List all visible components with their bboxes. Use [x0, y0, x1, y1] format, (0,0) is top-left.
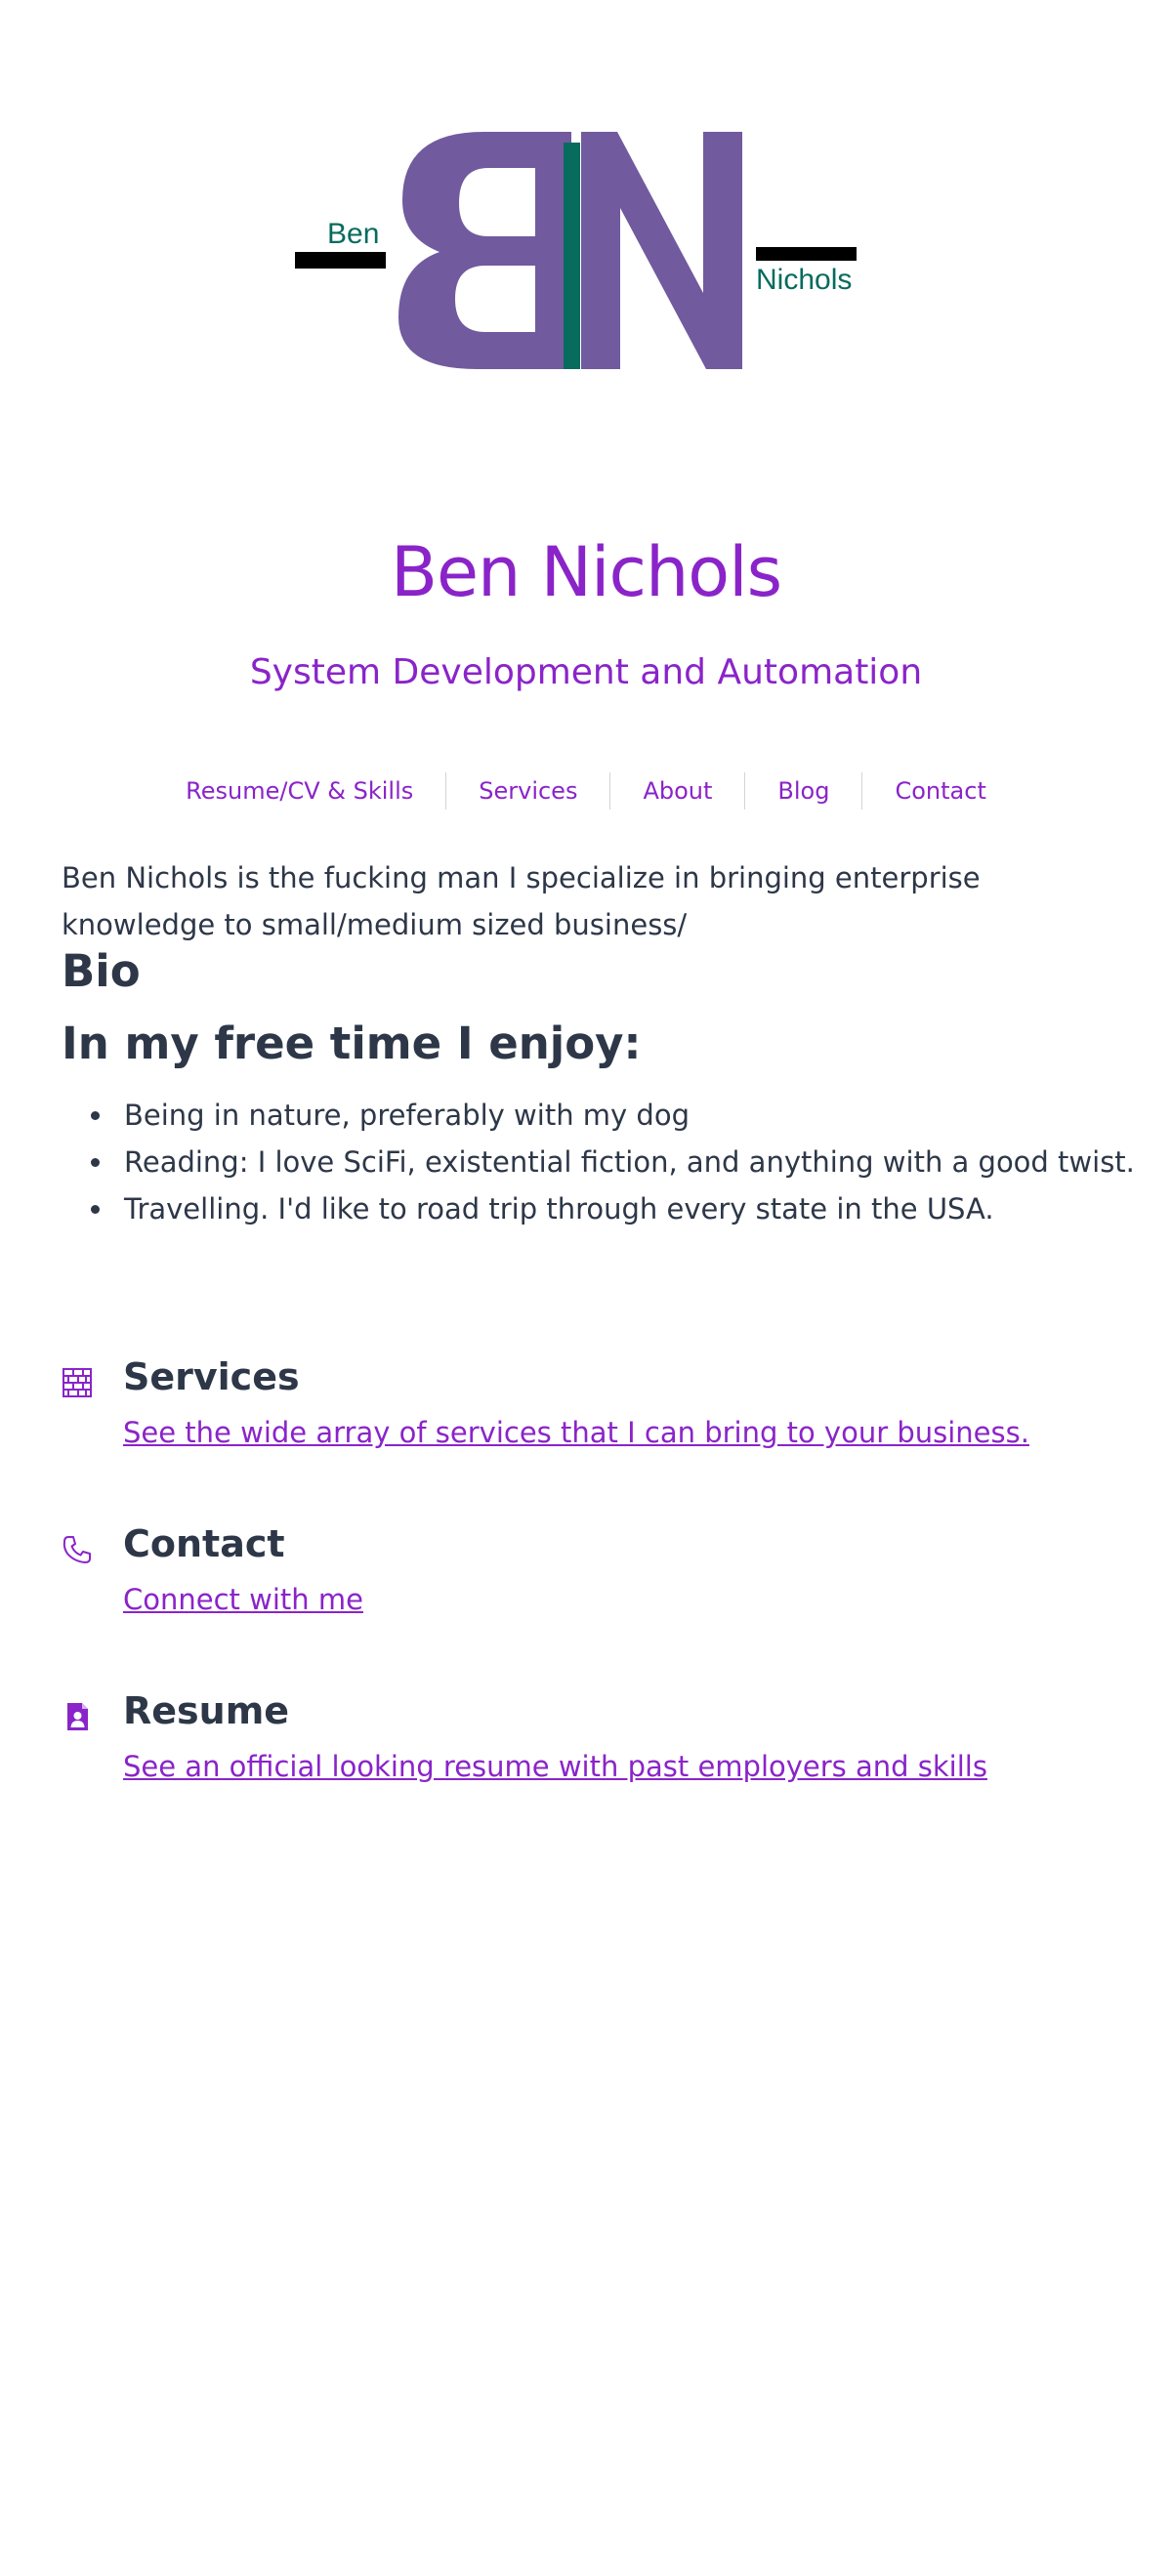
logo-last-name: Nichols	[756, 264, 852, 296]
main-nav: Resume/CV & Skills Services About Blog C…	[0, 771, 1172, 810]
tagline: System Development and Automation	[249, 652, 923, 692]
nav-about[interactable]: About	[610, 771, 744, 810]
logo-n	[581, 132, 742, 369]
logo-left-rule	[295, 252, 386, 269]
nav-resume-cv-skills[interactable]: Resume/CV & Skills	[153, 771, 445, 810]
nav-services[interactable]: Services	[446, 771, 609, 810]
logo[interactable]: Ben Nichols	[0, 0, 1172, 410]
list-item: Travelling. I'd like to road trip throug…	[62, 1185, 1136, 1232]
free-time-list: Being in nature, preferably with my dog …	[62, 1092, 1136, 1232]
brick-wall-icon	[63, 1368, 92, 1397]
bn-monogram-logo: Ben Nichols	[295, 132, 857, 369]
resume-card-link[interactable]: See an official looking resume with past…	[123, 1750, 987, 1783]
logo-right-rule	[756, 247, 857, 261]
logo-reversed-b	[398, 132, 571, 369]
nav-blog[interactable]: Blog	[745, 771, 861, 810]
contact-card-link[interactable]: Connect with me	[123, 1583, 363, 1616]
resume-document-icon	[67, 1703, 88, 1730]
services-card-link[interactable]: See the wide array of services that I ca…	[123, 1416, 1029, 1449]
services-card-title: Services	[123, 1355, 300, 1398]
phone-icon	[63, 1536, 91, 1563]
logo-first-name: Ben	[327, 218, 379, 250]
resume-card-title: Resume	[123, 1689, 290, 1732]
intro-paragraph: Ben Nichols is the fucking man I special…	[62, 861, 981, 941]
free-time-heading: In my free time I enjoy:	[62, 1018, 642, 1069]
nav-contact[interactable]: Contact	[862, 771, 1018, 810]
site-title: Ben Nichols	[390, 532, 782, 612]
logo-teal-bar	[564, 143, 580, 369]
list-item: Reading: I love SciFi, existential ficti…	[62, 1139, 1136, 1185]
list-item: Being in nature, preferably with my dog	[62, 1092, 1136, 1139]
contact-card-title: Contact	[123, 1522, 285, 1565]
bio-heading: Bio	[62, 945, 141, 997]
